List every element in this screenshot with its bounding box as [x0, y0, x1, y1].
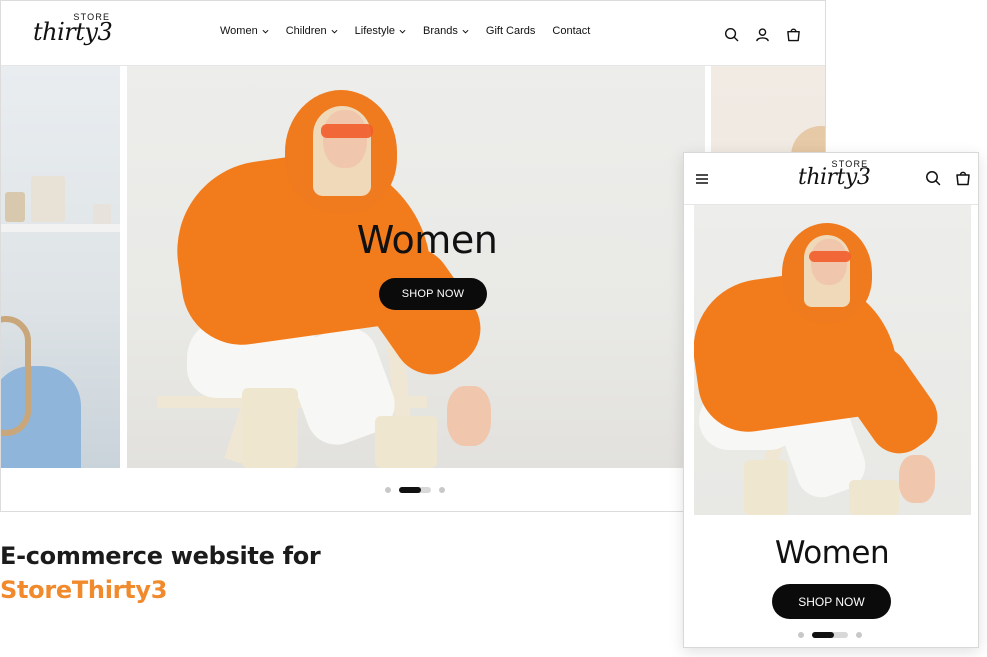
hero-title: Women: [356, 218, 498, 262]
mobile-mockup: STORE thirty3 Women SHOP NOW: [683, 152, 979, 648]
logo-wordmark: thirty3: [798, 165, 871, 190]
carousel-dot-active[interactable]: [399, 487, 431, 493]
carousel-dot[interactable]: [385, 487, 391, 493]
caption-brand: StoreThirty3: [0, 576, 168, 604]
nav-item-lifestyle[interactable]: Lifestyle: [355, 25, 406, 37]
user-icon[interactable]: [753, 25, 771, 43]
mobile-carousel-pagination: [798, 632, 862, 638]
nav-label: Children: [285, 25, 327, 37]
nav-item-brands[interactable]: Brands: [423, 25, 469, 37]
carousel-dot[interactable]: [439, 487, 445, 493]
carousel-dot[interactable]: [856, 632, 862, 638]
chevron-down-icon: [262, 29, 269, 34]
nav-label: Contact: [552, 25, 591, 37]
chevron-down-icon: [399, 29, 406, 34]
mobile-logo[interactable]: STORE thirty3: [798, 160, 871, 190]
main-nav: Women Children Lifestyle Brands Gift Car…: [220, 25, 607, 37]
chevron-down-icon: [462, 29, 469, 34]
menu-icon[interactable]: [694, 171, 710, 187]
carousel-pagination: [385, 487, 445, 493]
bag-icon[interactable]: [954, 169, 972, 187]
mobile-hero-image: [694, 205, 971, 515]
nav-item-gift-cards[interactable]: Gift Cards: [486, 25, 536, 37]
portfolio-showcase: STORE thirty3 Women Children Lifestyle B…: [0, 0, 987, 657]
chevron-down-icon: [331, 29, 338, 34]
nav-item-contact[interactable]: Contact: [552, 25, 590, 37]
logo-wordmark: thirty3: [33, 18, 113, 46]
site-header: STORE thirty3 Women Children Lifestyle B…: [1, 1, 825, 66]
header-actions: [722, 25, 802, 43]
nav-label: Gift Cards: [485, 25, 536, 37]
nav-label: Lifestyle: [354, 25, 396, 37]
shop-now-button[interactable]: SHOP NOW: [379, 278, 487, 310]
carousel-slide-previous: [1, 66, 120, 468]
nav-item-women[interactable]: Women: [220, 25, 269, 37]
nav-item-children[interactable]: Children: [286, 25, 338, 37]
search-icon[interactable]: [722, 25, 740, 43]
carousel-slide-active: Women: [127, 66, 705, 468]
project-caption: E-commerce website for StoreThirty3: [0, 542, 321, 604]
nav-label: Women: [220, 25, 258, 37]
mobile-shop-now-button[interactable]: SHOP NOW: [772, 584, 891, 619]
site-logo[interactable]: STORE thirty3: [33, 13, 113, 46]
bag-icon[interactable]: [784, 25, 802, 43]
mobile-header: STORE thirty3: [684, 153, 978, 205]
search-icon[interactable]: [924, 169, 942, 187]
nav-label: Brands: [423, 25, 458, 37]
carousel-dot-active[interactable]: [812, 632, 848, 638]
caption-line-1: E-commerce website for: [0, 542, 321, 570]
mobile-header-actions: [924, 169, 972, 187]
carousel-dot[interactable]: [798, 632, 804, 638]
mobile-hero-title: Women: [774, 535, 890, 571]
